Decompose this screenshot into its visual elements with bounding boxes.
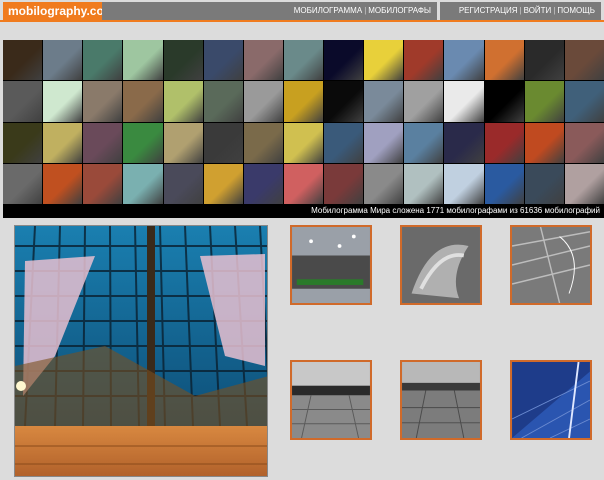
mosaic-tile[interactable] bbox=[324, 163, 364, 204]
mosaic-tile[interactable] bbox=[404, 163, 444, 204]
mosaic-tile[interactable] bbox=[564, 122, 604, 163]
mosaic-tile[interactable] bbox=[123, 81, 163, 122]
mosaic-tile[interactable] bbox=[524, 81, 564, 122]
mosaic-grid bbox=[3, 40, 604, 204]
mosaic-tile[interactable] bbox=[123, 163, 163, 204]
mosaic-tile[interactable] bbox=[324, 40, 364, 81]
mosaic-tile[interactable] bbox=[203, 163, 243, 204]
mosaic-tile[interactable] bbox=[163, 81, 203, 122]
mosaic-tile[interactable] bbox=[364, 122, 404, 163]
mosaic-tile[interactable] bbox=[43, 122, 83, 163]
mosaic-tile[interactable] bbox=[243, 163, 283, 204]
thumbnail-station-platform-2[interactable] bbox=[400, 360, 482, 440]
mosaic-tile[interactable] bbox=[524, 122, 564, 163]
thumbnail-blue-building[interactable] bbox=[510, 360, 592, 440]
mosaic-caption: Мобилограмма Мира сложена 1771 мобилогра… bbox=[311, 206, 600, 215]
thumbnail-image bbox=[512, 362, 590, 438]
mosaic-tile[interactable] bbox=[3, 163, 43, 204]
thumbnail-blurred-hand[interactable] bbox=[400, 225, 482, 305]
thumbnail-image bbox=[292, 227, 370, 303]
mosaic-tile[interactable] bbox=[43, 163, 83, 204]
nav-link-mobilografy[interactable]: МОБИЛОГРАФЫ bbox=[368, 6, 431, 15]
thumbnail-grid bbox=[290, 225, 592, 477]
nav-account: РЕГИСТРАЦИЯ | ВОЙТИ | ПОМОЩЬ bbox=[440, 2, 601, 20]
thumbnail-image bbox=[402, 227, 480, 303]
mosaic-tile[interactable] bbox=[444, 81, 484, 122]
mosaic-tile[interactable] bbox=[444, 122, 484, 163]
mosaic-tile[interactable] bbox=[83, 163, 123, 204]
mosaic-tile[interactable] bbox=[484, 40, 524, 81]
glass-dome-image bbox=[15, 226, 267, 476]
main-photo[interactable] bbox=[14, 225, 268, 477]
thumbnail-station-platform[interactable] bbox=[290, 360, 372, 440]
mosaic-tile[interactable] bbox=[83, 81, 123, 122]
mosaic-tile[interactable] bbox=[484, 163, 524, 204]
thumbnail-cracked-glass[interactable] bbox=[510, 225, 592, 305]
nav-link-register[interactable]: РЕГИСТРАЦИЯ bbox=[459, 6, 518, 15]
mosaic-tile[interactable] bbox=[364, 40, 404, 81]
mosaic-tile[interactable] bbox=[283, 40, 324, 81]
thumbnail-image bbox=[512, 227, 590, 303]
mosaic-tile[interactable] bbox=[564, 40, 604, 81]
mosaic-tile[interactable] bbox=[243, 40, 283, 81]
thumbnail-rainy-window[interactable] bbox=[290, 225, 372, 305]
mosaic-tile[interactable] bbox=[123, 122, 163, 163]
mosaic-tile[interactable] bbox=[283, 122, 324, 163]
nav-primary: МОБИЛОГРАММА | МОБИЛОГРАФЫ bbox=[102, 2, 437, 20]
mosaic-tile[interactable] bbox=[243, 122, 283, 163]
thumbnail-image bbox=[292, 362, 370, 438]
world-mosaic: Мобилограмма Мира сложена 1771 мобилогра… bbox=[3, 40, 604, 218]
mosaic-tile[interactable] bbox=[484, 122, 524, 163]
nav-link-mobilogramma[interactable]: МОБИЛОГРАММА bbox=[294, 6, 363, 15]
mosaic-tile[interactable] bbox=[564, 81, 604, 122]
mosaic-tile[interactable] bbox=[163, 163, 203, 204]
mosaic-tile[interactable] bbox=[484, 81, 524, 122]
mosaic-tile[interactable] bbox=[3, 40, 43, 81]
mosaic-tile[interactable] bbox=[43, 81, 83, 122]
mosaic-tile[interactable] bbox=[283, 81, 324, 122]
mosaic-tile[interactable] bbox=[203, 81, 243, 122]
mosaic-tile[interactable] bbox=[3, 81, 43, 122]
mosaic-tile[interactable] bbox=[444, 40, 484, 81]
mosaic-tile[interactable] bbox=[324, 122, 364, 163]
mosaic-tile[interactable] bbox=[123, 40, 163, 81]
mosaic-tile[interactable] bbox=[564, 163, 604, 204]
mosaic-tile[interactable] bbox=[203, 122, 243, 163]
mosaic-tile[interactable] bbox=[404, 81, 444, 122]
mosaic-tile[interactable] bbox=[43, 40, 83, 81]
mosaic-tile[interactable] bbox=[163, 40, 203, 81]
mosaic-tile[interactable] bbox=[524, 40, 564, 81]
mosaic-tile[interactable] bbox=[203, 40, 243, 81]
nav-link-login[interactable]: ВОЙТИ bbox=[524, 6, 552, 15]
mosaic-tile[interactable] bbox=[364, 163, 404, 204]
mosaic-tile[interactable] bbox=[243, 81, 283, 122]
mosaic-tile[interactable] bbox=[163, 122, 203, 163]
mosaic-tile[interactable] bbox=[83, 40, 123, 81]
thumbnail-image bbox=[402, 362, 480, 438]
mosaic-tile[interactable] bbox=[404, 122, 444, 163]
mosaic-tile[interactable] bbox=[404, 40, 444, 81]
mosaic-tile[interactable] bbox=[3, 122, 43, 163]
top-bar: mobilography.com МОБИЛОГРАММА | МОБИЛОГРАФ… bbox=[0, 0, 604, 22]
header-accent-line bbox=[0, 20, 604, 22]
mosaic-tile[interactable] bbox=[324, 81, 364, 122]
nav-link-help[interactable]: ПОМОЩЬ bbox=[557, 6, 595, 15]
mosaic-tile[interactable] bbox=[524, 163, 564, 204]
mosaic-tile[interactable] bbox=[364, 81, 404, 122]
mosaic-tile[interactable] bbox=[283, 163, 324, 204]
mosaic-tile[interactable] bbox=[83, 122, 123, 163]
mosaic-tile[interactable] bbox=[444, 163, 484, 204]
